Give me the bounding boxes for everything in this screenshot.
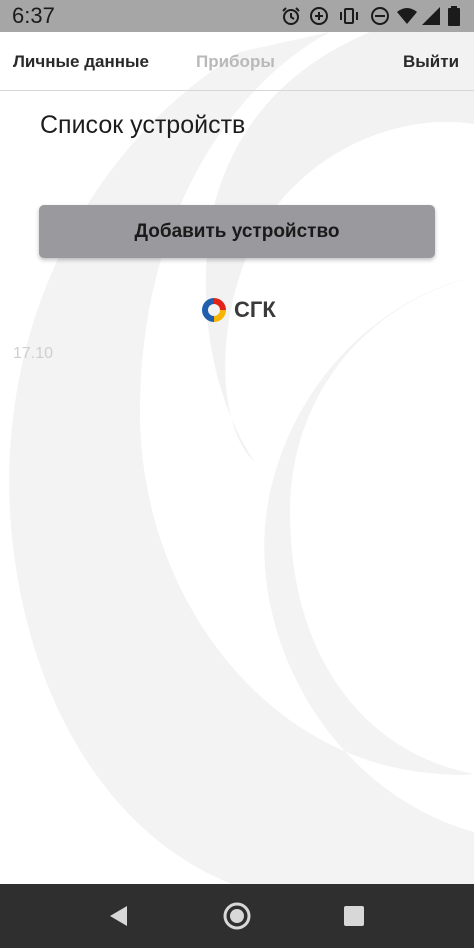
back-icon[interactable] bbox=[102, 900, 134, 932]
sgk-logo-text: СГК bbox=[234, 297, 276, 322]
status-bar: 6:37 bbox=[0, 0, 474, 32]
do-not-disturb-icon bbox=[371, 7, 389, 25]
status-time: 6:37 bbox=[12, 3, 55, 28]
signal-icon bbox=[422, 7, 440, 25]
tab-devices[interactable]: Приборы bbox=[196, 50, 275, 74]
data-saver-icon bbox=[310, 7, 328, 25]
version-label: 17.10 bbox=[13, 345, 54, 362]
system-nav-bar bbox=[0, 884, 474, 948]
watermark-background bbox=[9, 32, 474, 884]
vibrate-icon bbox=[340, 8, 358, 24]
home-icon[interactable] bbox=[221, 900, 253, 932]
battery-icon bbox=[448, 6, 460, 26]
alarm-icon bbox=[282, 7, 300, 25]
wifi-icon bbox=[397, 8, 417, 24]
top-nav: Личные данные Приборы Выйти bbox=[0, 32, 474, 90]
tab-personal-data[interactable]: Личные данные bbox=[13, 50, 149, 74]
page-title: Список устройств bbox=[40, 111, 246, 139]
recents-icon[interactable] bbox=[338, 900, 370, 932]
sgk-logo-icon bbox=[202, 298, 226, 322]
logout-button[interactable]: Выйти bbox=[403, 50, 459, 74]
app-area: Личные данные Приборы Выйти Список устро… bbox=[0, 32, 474, 884]
sgk-logo: СГК bbox=[200, 295, 280, 325]
nav-divider bbox=[0, 90, 474, 91]
add-device-button[interactable]: Добавить устройство bbox=[39, 205, 435, 258]
